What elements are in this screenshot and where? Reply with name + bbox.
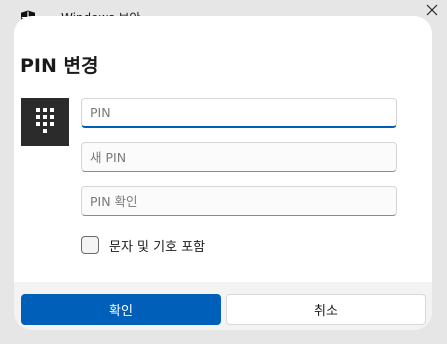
confirm-pin-field[interactable] xyxy=(81,186,397,216)
cancel-button[interactable]: 취소 xyxy=(226,294,426,325)
include-symbols-option[interactable]: 문자 및 기호 포함 xyxy=(81,234,205,256)
confirm-pin-input[interactable] xyxy=(90,193,396,209)
close-icon xyxy=(426,1,438,20)
new-pin-input[interactable] xyxy=(90,149,396,165)
keypad-icon xyxy=(34,106,56,138)
ok-button[interactable]: 확인 xyxy=(21,294,221,325)
dialog-heading: PIN 변경 xyxy=(20,55,99,77)
new-pin-field[interactable] xyxy=(81,142,397,172)
pin-field[interactable] xyxy=(81,98,397,128)
pin-change-dialog: PIN 변경 문자 및 기호 포함 확인 취소 xyxy=(14,16,432,330)
include-symbols-label: 문자 및 기호 포함 xyxy=(109,239,206,255)
include-symbols-checkbox[interactable] xyxy=(81,236,99,254)
keypad-tile xyxy=(21,98,69,146)
dialog-footer: 확인 취소 xyxy=(14,282,432,330)
pin-input[interactable] xyxy=(90,105,396,120)
